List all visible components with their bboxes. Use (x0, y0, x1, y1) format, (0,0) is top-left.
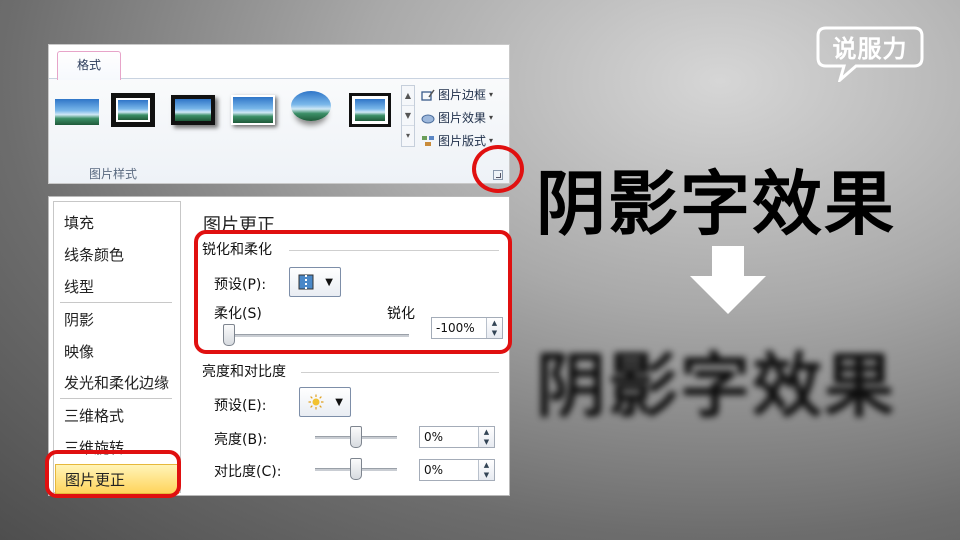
contrast-label: 对比度(C): (214, 464, 282, 480)
gallery-more-icon[interactable]: ▾ (402, 126, 414, 146)
picture-border-label: 图片边框 (438, 88, 487, 102)
brightness-preset-dropdown[interactable]: ▼ (299, 387, 351, 417)
nav-divider (60, 302, 172, 303)
spin-up-icon[interactable]: ▲ (479, 427, 494, 437)
tab-format[interactable]: 格式 (57, 51, 121, 80)
spin-up-icon[interactable]: ▲ (479, 460, 494, 470)
picture-effects-button[interactable]: 图片效果 ▾ (421, 106, 509, 129)
nav-item-reflection[interactable]: 映像 (55, 337, 179, 367)
style-thumb-2[interactable] (111, 93, 155, 127)
brightness-preset-label: 预设(E): (214, 398, 267, 414)
logo: 说服力 (816, 26, 924, 85)
style-thumb-5[interactable] (291, 91, 331, 121)
picture-border-dropdown-icon: ▾ (489, 90, 494, 99)
contrast-slider-thumb[interactable] (350, 458, 362, 480)
logo-text: 说服力 (832, 35, 908, 63)
picture-effects-dropdown-icon: ▾ (489, 113, 494, 122)
picture-layout-icon (422, 135, 434, 146)
style-thumb-1[interactable] (55, 99, 99, 125)
picture-layout-label: 图片版式 (438, 134, 487, 148)
nav-divider (60, 398, 172, 399)
picture-layout-dropdown-icon: ▾ (489, 136, 494, 145)
section-divider (301, 372, 499, 373)
group-label-picture-styles: 图片样式 (89, 167, 138, 181)
ribbon-panel: 格式 ▲ ▼ ▾ 图片边框 ▾ 图片效果 ▾ 图片版式 ▾ 图片样式 (48, 44, 510, 184)
picture-border-icon (421, 89, 435, 101)
headline-text: 阴影字效果 (536, 163, 896, 245)
nav-selection-highlight (45, 450, 181, 498)
style-thumb-6[interactable] (349, 93, 391, 127)
nav-item-line-style[interactable]: 线型 (55, 272, 179, 302)
headline-text-shadow-demo: 阴影字效果 (536, 345, 896, 427)
brightness-value: 0% (424, 430, 444, 444)
gallery-down-icon[interactable]: ▼ (402, 106, 414, 126)
picture-effects-icon (421, 114, 435, 123)
style-thumb-3[interactable] (171, 95, 215, 125)
spin-down-icon[interactable]: ▼ (479, 470, 494, 480)
style-thumb-4[interactable] (231, 95, 275, 125)
brightness-value-spinner[interactable]: 0% ▲ ▼ (419, 426, 495, 448)
nav-item-shadow[interactable]: 阴影 (55, 305, 179, 335)
section-title-brightness: 亮度和对比度 (202, 364, 286, 380)
launcher-highlight-circle (472, 145, 524, 193)
arrow-down-icon (690, 246, 766, 314)
brightness-slider-thumb[interactable] (350, 426, 362, 448)
gallery-up-icon[interactable]: ▲ (402, 86, 414, 106)
picture-effects-label: 图片效果 (438, 111, 487, 125)
nav-item-line-color[interactable]: 线条颜色 (55, 240, 179, 270)
sharpen-section-highlight (194, 230, 512, 354)
picture-style-gallery (55, 87, 405, 145)
ribbon-tabbar: 格式 (49, 45, 509, 80)
nav-item-3d-format[interactable]: 三维格式 (55, 401, 179, 431)
picture-border-button[interactable]: 图片边框 ▾ (421, 83, 509, 106)
brightness-label: 亮度(B): (214, 432, 268, 448)
sun-icon (308, 394, 324, 410)
gallery-scrollbar[interactable]: ▲ ▼ ▾ (401, 85, 415, 147)
nav-item-fill[interactable]: 填充 (55, 208, 179, 238)
ribbon-commands: 图片边框 ▾ 图片效果 ▾ 图片版式 ▾ (421, 83, 509, 152)
spin-down-icon[interactable]: ▼ (479, 437, 494, 447)
chevron-down-icon: ▼ (335, 397, 343, 408)
contrast-value: 0% (424, 463, 444, 477)
contrast-value-spinner[interactable]: 0% ▲ ▼ (419, 459, 495, 481)
nav-item-glow-soft-edges[interactable]: 发光和柔化边缘 (55, 368, 179, 398)
